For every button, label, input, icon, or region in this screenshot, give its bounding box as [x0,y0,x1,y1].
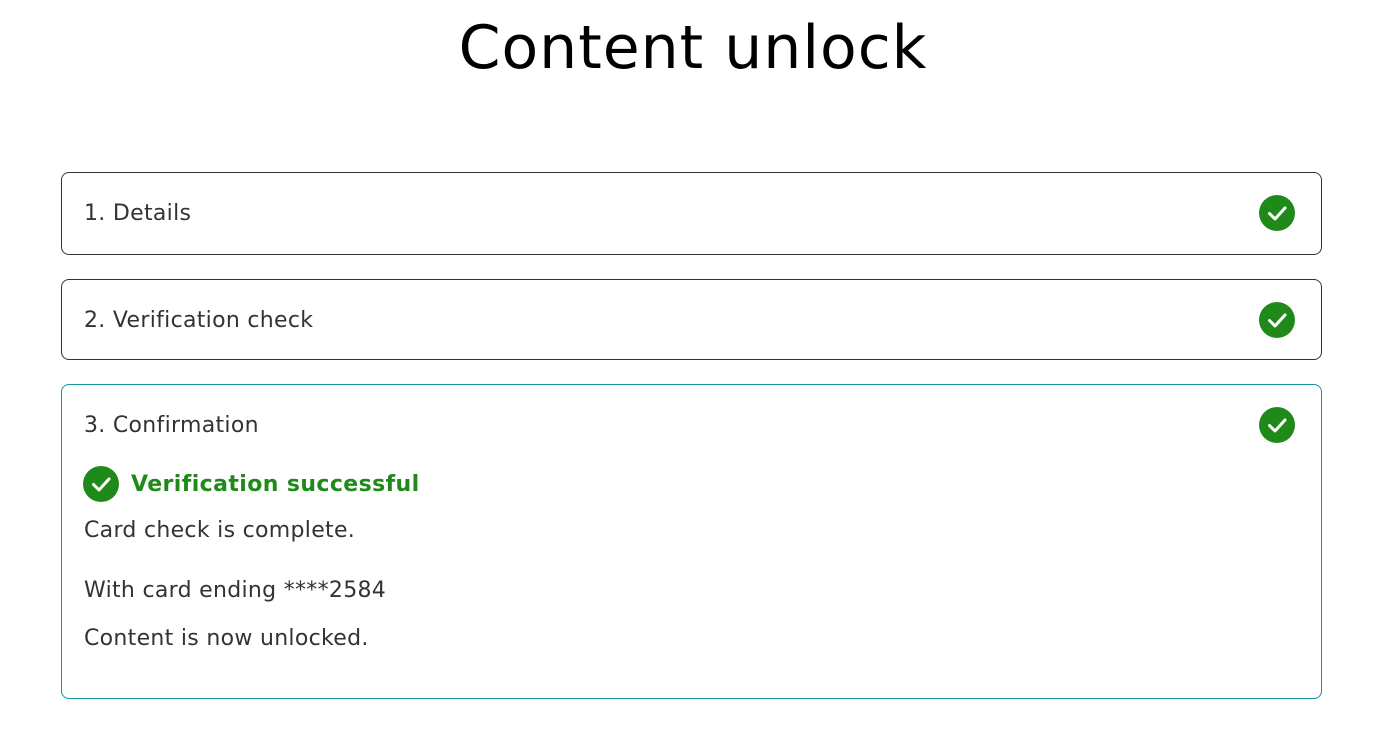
step-confirmation: 3. Confirmation Verification successful … [61,384,1322,699]
page-title: Content unlock [458,13,928,83]
success-heading: Verification successful [131,471,420,497]
step-title: 1. Details [84,201,192,226]
check-circle-icon [83,466,119,502]
step-verification-check[interactable]: 2. Verification check [61,279,1322,360]
step-title: 2. Verification check [84,308,314,333]
check-circle-icon [1259,407,1295,443]
step-details[interactable]: 1. Details [61,172,1322,255]
check-circle-icon [1259,302,1295,338]
step-title: 3. Confirmation [84,413,259,438]
card-check-message: Card check is complete. [84,518,356,543]
check-circle-icon [1259,195,1295,231]
card-ending-message: With card ending ****2584 [84,578,387,603]
success-message: Verification successful [83,466,420,502]
unlocked-message: Content is now unlocked. [84,626,369,651]
